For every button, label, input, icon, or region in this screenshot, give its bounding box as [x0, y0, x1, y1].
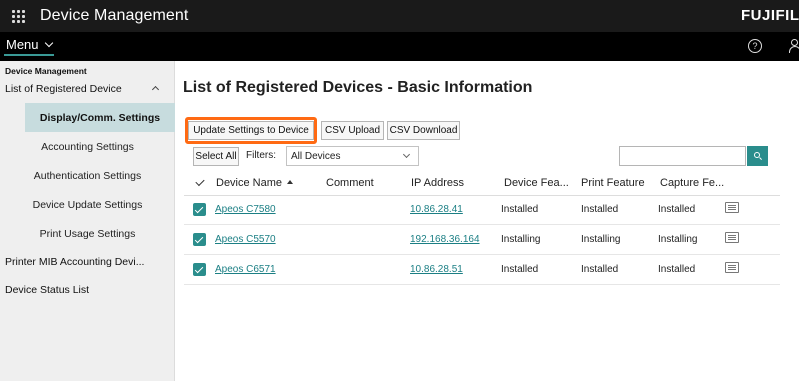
csv-download-button[interactable]: CSV Download: [387, 121, 460, 140]
column-header-capture-feature[interactable]: Capture Fe...: [660, 177, 724, 189]
ip-address-link[interactable]: 10.86.28.41: [410, 204, 463, 215]
help-icon[interactable]: ?: [748, 39, 762, 53]
chevron-down-icon: [402, 150, 411, 159]
print-feature-status: Installed: [581, 264, 619, 275]
row-checkbox[interactable]: [193, 203, 206, 216]
page-title: List of Registered Devices - Basic Infor…: [183, 79, 533, 96]
device-feature-status: Installed: [501, 264, 539, 275]
search-button[interactable]: [747, 146, 768, 166]
brand-logo: FUJIFILM: [741, 7, 799, 24]
csv-upload-button[interactable]: CSV Upload: [321, 121, 384, 140]
print-feature-status: Installing: [581, 234, 621, 245]
device-name-link[interactable]: Apeos C6571: [215, 264, 276, 275]
device-feature-status: Installing: [501, 234, 541, 245]
filter-value: All Devices: [291, 150, 341, 162]
details-icon[interactable]: [725, 232, 739, 243]
user-icon[interactable]: [789, 38, 799, 54]
device-feature-status: Installed: [501, 204, 539, 215]
checkmark-icon[interactable]: [195, 176, 205, 187]
details-icon[interactable]: [725, 262, 739, 273]
sidebar: Device Management List of Registered Dev…: [0, 61, 175, 381]
column-header-device-feature[interactable]: Device Fea...: [504, 177, 569, 189]
ip-address-link[interactable]: 10.86.28.51: [410, 264, 463, 275]
sidebar-item-authentication-settings[interactable]: Authentication Settings: [0, 161, 175, 190]
filter-label: Filters:: [246, 150, 276, 161]
print-feature-status: Installed: [581, 204, 619, 215]
app-title: Device Management: [40, 7, 189, 24]
app-header-bar: Device Management FUJIFILM: [0, 0, 799, 32]
chevron-down-icon: [44, 38, 53, 47]
menu-bar: Menu ?: [0, 32, 799, 61]
sidebar-group-label: List of Registered Device: [5, 83, 122, 95]
table-row: Apeos C5570 192.168.36.164 Installing In…: [184, 225, 780, 255]
sidebar-item-print-usage-settings[interactable]: Print Usage Settings: [0, 219, 175, 248]
menu-label: Menu: [6, 37, 39, 52]
sort-ascending-icon: [287, 180, 294, 184]
sidebar-item-device-update-settings[interactable]: Device Update Settings: [0, 190, 175, 219]
capture-feature-status: Installed: [658, 264, 696, 275]
device-name-link[interactable]: Apeos C7580: [215, 204, 276, 215]
column-header-comment[interactable]: Comment: [326, 177, 374, 189]
select-all-button[interactable]: Select All: [193, 147, 239, 166]
sidebar-item-display-comm-settings[interactable]: Display/Comm. Settings: [25, 103, 175, 132]
device-name-link[interactable]: Apeos C5570: [215, 234, 276, 245]
column-header-device-name[interactable]: Device Name: [216, 177, 294, 189]
app-launcher-icon[interactable]: [10, 8, 26, 24]
details-icon[interactable]: [725, 202, 739, 213]
filter-select[interactable]: All Devices: [286, 146, 419, 166]
sidebar-group-registered-devices[interactable]: List of Registered Device: [0, 75, 174, 103]
sidebar-header: Device Management: [5, 66, 87, 76]
search-input[interactable]: [619, 146, 746, 166]
capture-feature-status: Installing: [658, 234, 698, 245]
ip-address-link[interactable]: 192.168.36.164: [410, 234, 480, 245]
capture-feature-status: Installed: [658, 204, 696, 215]
row-checkbox[interactable]: [193, 233, 206, 246]
sidebar-item-accounting-settings[interactable]: Accounting Settings: [0, 132, 175, 161]
table-row: Apeos C7580 10.86.28.41 Installed Instal…: [184, 195, 780, 225]
column-header-print-feature[interactable]: Print Feature: [581, 177, 645, 189]
column-header-ip-address[interactable]: IP Address: [411, 177, 464, 189]
table-row: Apeos C6571 10.86.28.51 Installed Instal…: [184, 255, 780, 285]
column-header-label: Device Name: [216, 177, 283, 189]
main-content: List of Registered Devices - Basic Infor…: [176, 61, 799, 381]
sidebar-item-printer-mib-accounting[interactable]: Printer MIB Accounting Devi...: [0, 248, 174, 276]
update-settings-button[interactable]: Update Settings to Device: [188, 121, 314, 140]
sidebar-item-device-status-list[interactable]: Device Status List: [0, 276, 174, 304]
row-checkbox[interactable]: [193, 263, 206, 276]
menu-button[interactable]: Menu: [4, 37, 54, 56]
chevron-up-icon: [151, 85, 160, 94]
